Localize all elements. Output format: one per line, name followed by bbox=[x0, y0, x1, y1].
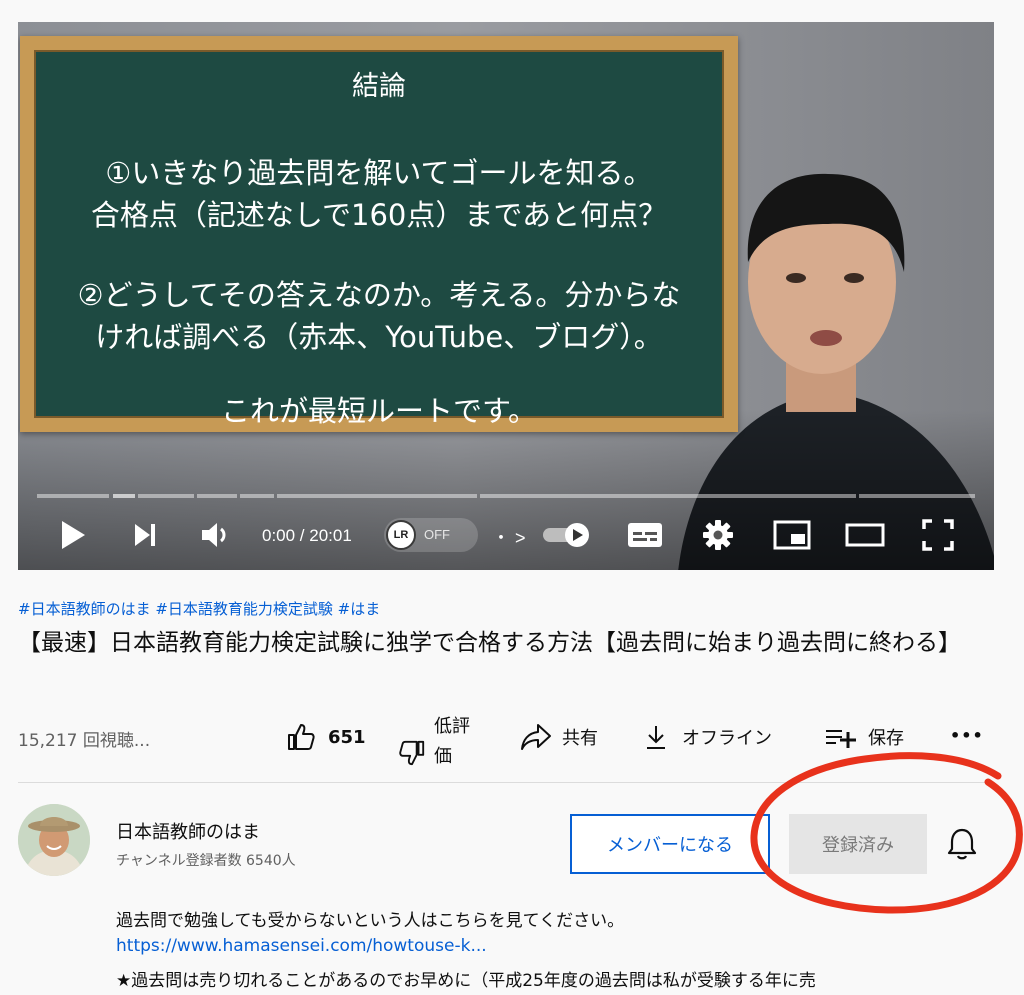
subtitles-icon bbox=[628, 523, 662, 547]
description-line: 過去問で勉強しても受からないという人はこちらを見てください。 bbox=[116, 911, 625, 931]
dislike-label: 低評 bbox=[434, 716, 470, 737]
join-membership-button[interactable]: メンバーになる bbox=[570, 814, 770, 874]
theater-icon bbox=[845, 523, 885, 547]
annotation-circle bbox=[750, 752, 1023, 914]
chapter-segment[interactable] bbox=[197, 494, 237, 498]
board-line: 合格点（記述なしで160点）まであと何点？ bbox=[90, 198, 668, 232]
volume-button[interactable] bbox=[198, 518, 234, 552]
subscriber-count: チャンネル登録者数 6540人 bbox=[116, 853, 296, 869]
offline-label: オフライン bbox=[682, 728, 772, 749]
chapter-segment[interactable] bbox=[480, 494, 856, 498]
progress-bar[interactable] bbox=[37, 494, 975, 498]
chapter-segment[interactable] bbox=[240, 494, 274, 498]
board-line: ければ調べる（赤本、YouTube、ブログ）。 bbox=[95, 320, 663, 354]
language-reactor-logo: LR bbox=[386, 520, 416, 550]
download-icon bbox=[647, 726, 665, 749]
share-icon bbox=[521, 724, 551, 750]
autoplay-toggle[interactable] bbox=[540, 518, 594, 552]
settings-button[interactable] bbox=[700, 518, 736, 552]
video-player[interactable]: 結論 ①いきなり過去問を解いてゴールを知る。 合格点（記述なしで160点）まであ… bbox=[18, 22, 994, 570]
chalkboard: 結論 ①いきなり過去問を解いてゴールを知る。 合格点（記述なしで160点）まであ… bbox=[20, 36, 738, 432]
video-title: 【最速】日本語教育能力検定試験に独学で合格する方法【過去問に始まり過去問に終わる… bbox=[18, 630, 961, 656]
play-icon bbox=[62, 521, 85, 549]
miniplayer-button[interactable] bbox=[772, 518, 812, 552]
thumbs-up-icon bbox=[288, 724, 315, 750]
board-title: 結論 bbox=[352, 71, 406, 102]
chapter-segment[interactable] bbox=[859, 494, 975, 498]
chapter-segment[interactable] bbox=[37, 494, 109, 498]
board-line: ①いきなり過去問を解いてゴールを知る。 bbox=[105, 156, 653, 190]
subtitles-button[interactable] bbox=[626, 518, 664, 552]
volume-icon bbox=[202, 523, 226, 547]
more-actions-button[interactable]: ••• bbox=[950, 726, 984, 745]
share-label: 共有 bbox=[562, 728, 598, 749]
next-button[interactable] bbox=[128, 518, 162, 552]
chapter-indicator[interactable]: ・ > bbox=[492, 524, 526, 550]
fullscreen-icon bbox=[922, 519, 954, 551]
avatar-image bbox=[18, 804, 90, 876]
view-count[interactable]: 15,217 回視聴... bbox=[18, 726, 150, 751]
save-label: 保存 bbox=[868, 728, 904, 749]
chapter-segment[interactable] bbox=[138, 494, 194, 498]
skip-next-icon bbox=[135, 524, 155, 546]
gear-icon bbox=[703, 520, 733, 550]
miniplayer-icon bbox=[773, 520, 811, 550]
language-reactor-toggle[interactable]: LR OFF bbox=[384, 518, 478, 552]
chapter-segment[interactable] bbox=[277, 494, 477, 498]
channel-name[interactable]: 日本語教師のはま bbox=[116, 818, 260, 844]
like-button[interactable]: 651 bbox=[286, 722, 366, 752]
channel-avatar[interactable] bbox=[18, 804, 90, 876]
thumbs-down-icon bbox=[399, 740, 425, 766]
like-count: 651 bbox=[328, 726, 366, 748]
autoplay-toggle-icon bbox=[543, 523, 589, 547]
play-button[interactable] bbox=[56, 518, 90, 552]
dislike-button[interactable]: 低評 価 bbox=[398, 712, 470, 772]
share-button[interactable]: 共有 bbox=[520, 722, 598, 752]
player-controls: 0:00 / 20:01 LR OFF ・ > bbox=[18, 508, 994, 564]
theater-mode-button[interactable] bbox=[844, 518, 886, 552]
fullscreen-button[interactable] bbox=[920, 518, 956, 552]
board-line: ②どうしてその答えなのか。考える。分からな bbox=[77, 278, 681, 312]
board-line: これが最短ルートです。 bbox=[220, 394, 538, 428]
hashtags[interactable]: #日本語教師のはま #日本語教育能力検定試験 #はま bbox=[18, 598, 380, 619]
time-display: 0:00 / 20:01 bbox=[262, 526, 352, 545]
dislike-label: 価 bbox=[434, 746, 452, 767]
description-link[interactable]: https://www.hamasensei.com/howtouse-k... bbox=[116, 936, 487, 956]
toggle-state-label: OFF bbox=[424, 527, 450, 542]
description-line: ★過去問は売り切れることがあるのでお早めに（平成25年度の過去問は私が受験する年… bbox=[116, 971, 816, 991]
chapter-segment[interactable] bbox=[113, 494, 135, 498]
